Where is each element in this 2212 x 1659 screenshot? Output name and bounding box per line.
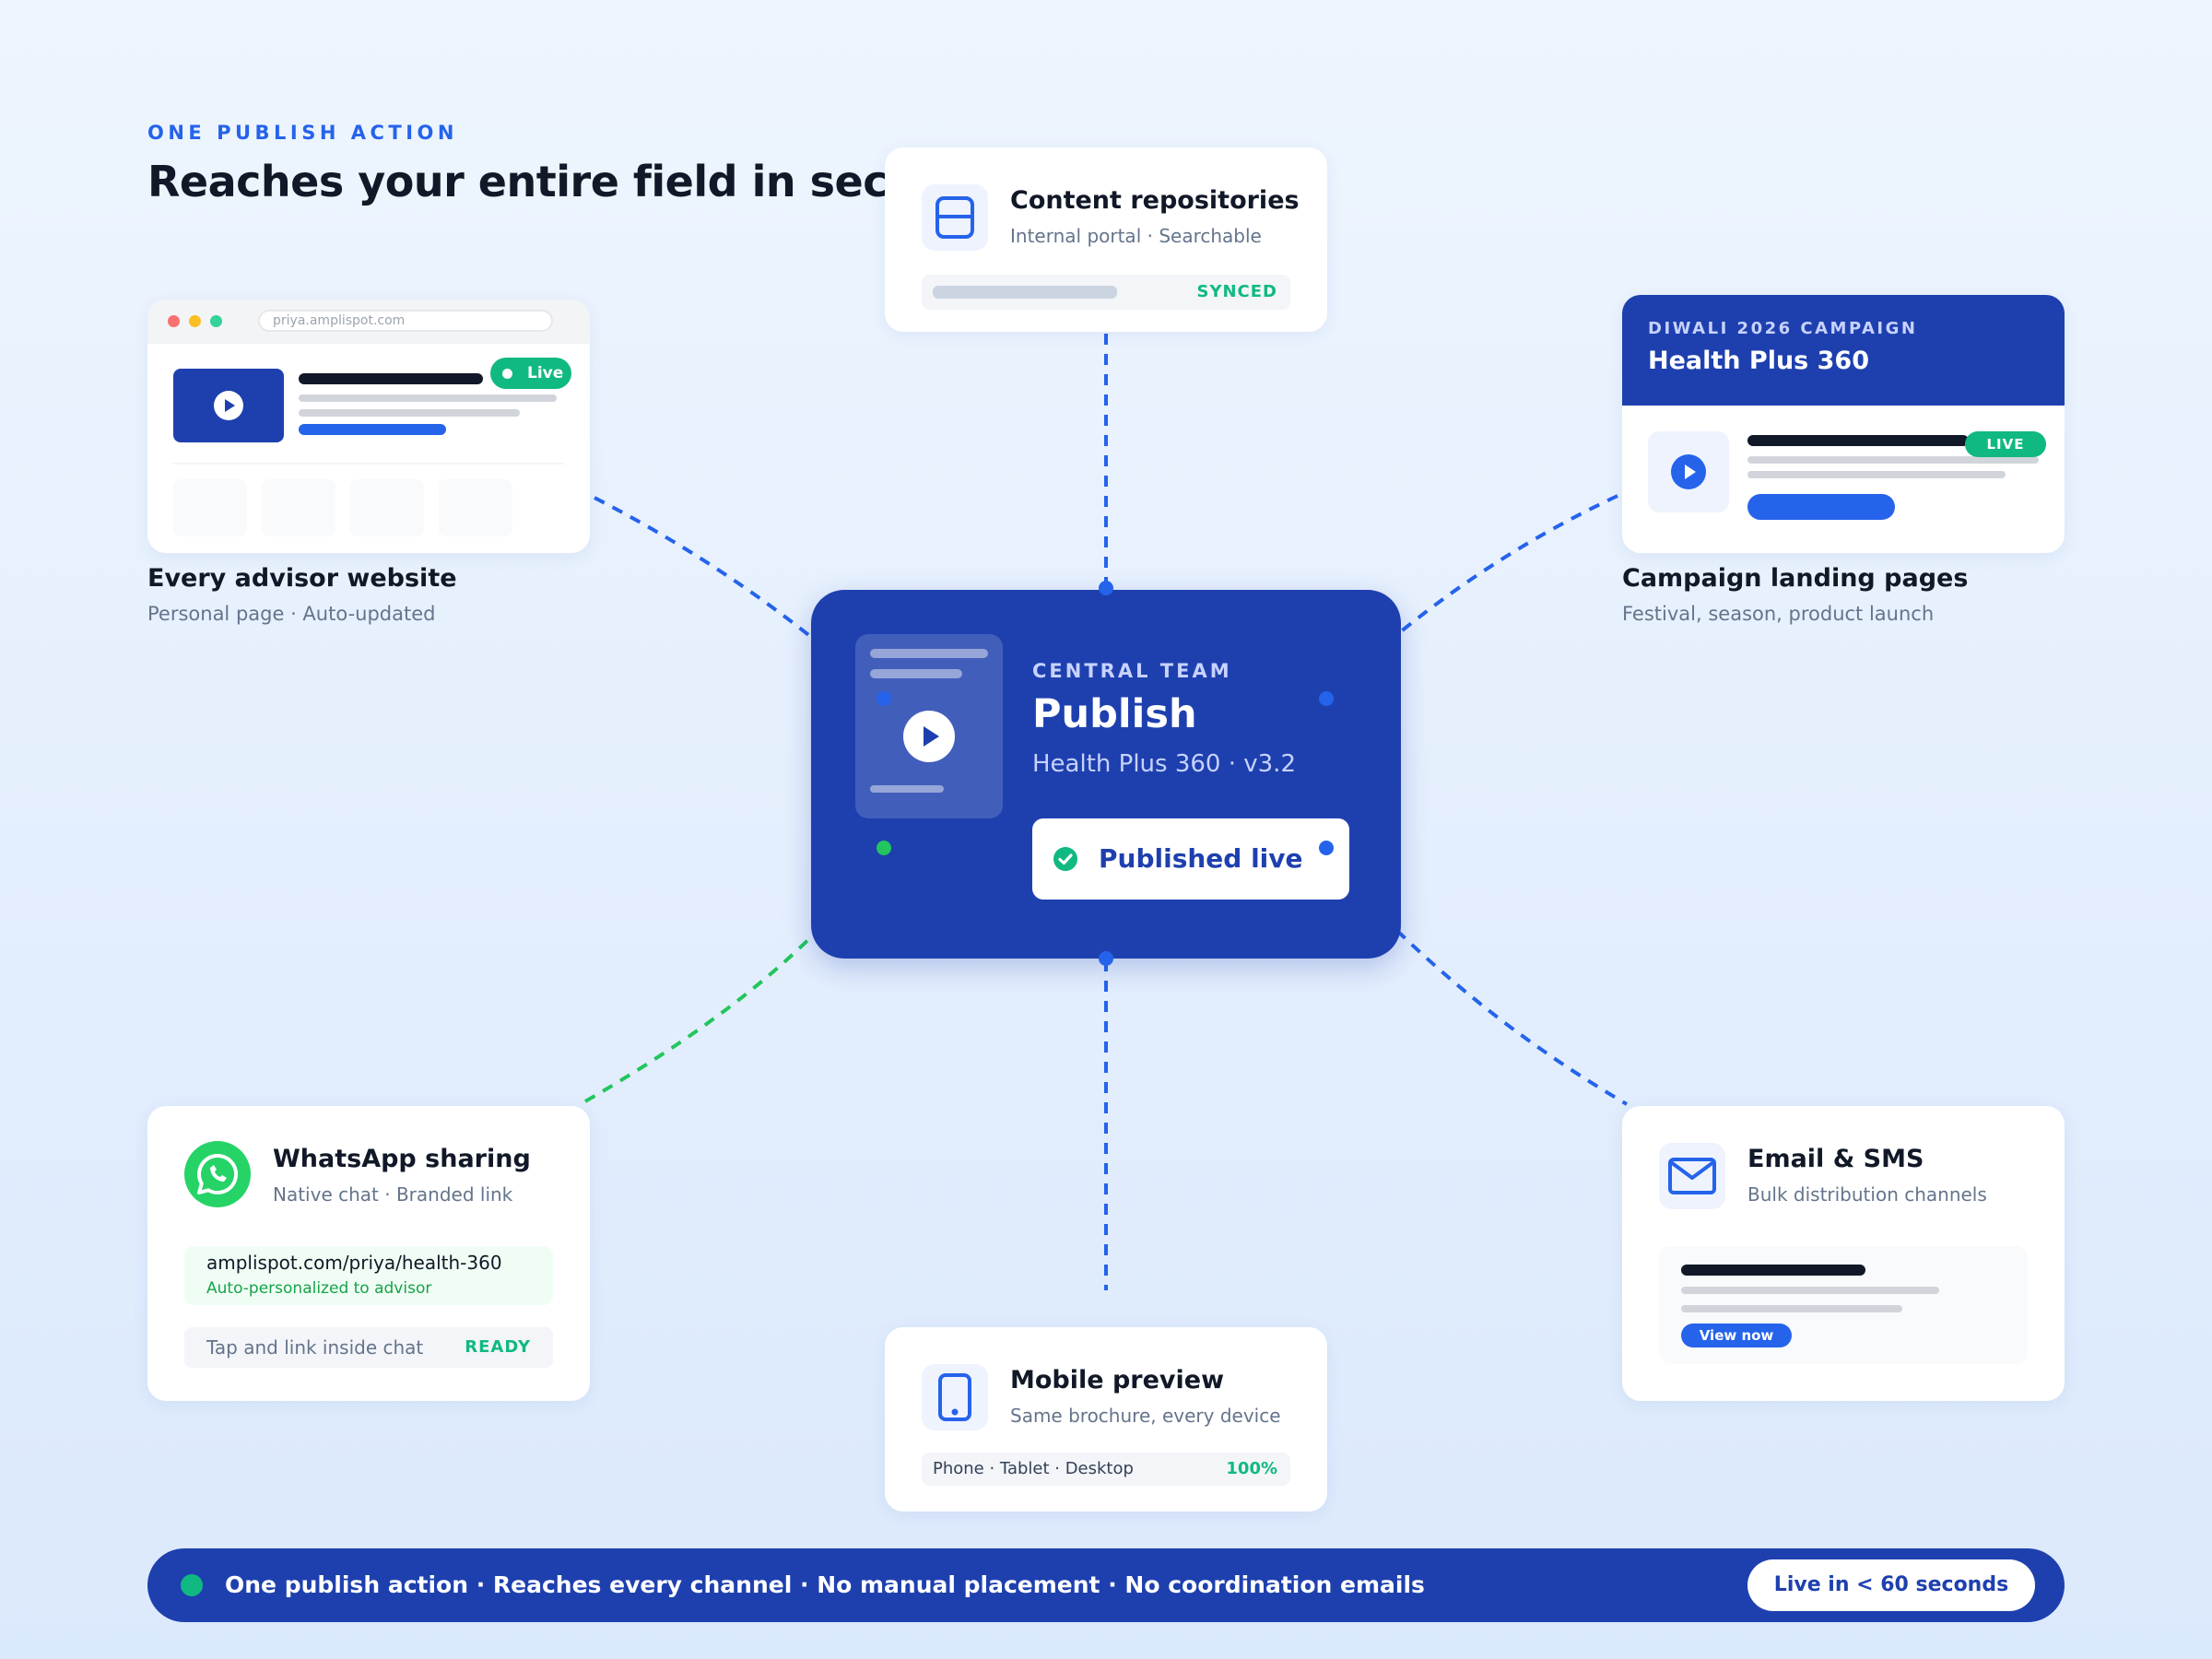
whatsapp-icon xyxy=(184,1141,251,1207)
publish-subtitle: Health Plus 360 · v3.2 xyxy=(1032,750,1296,778)
text-placeholder-2 xyxy=(299,409,520,417)
publish-card[interactable]: CENTRAL TEAM Publish Health Plus 360 · v… xyxy=(811,590,1401,959)
play-icon xyxy=(903,711,955,762)
doc-line-1 xyxy=(870,649,988,658)
link-placeholder xyxy=(299,424,446,435)
campaign-eyebrow: DIWALI 2026 CAMPAIGN xyxy=(1648,319,1918,338)
connector-dot-right-bottom xyxy=(1319,841,1334,855)
mobile-devices-text: Phone · Tablet · Desktop xyxy=(933,1459,1134,1478)
browser-chrome: priya.amplispot.com xyxy=(147,300,590,344)
live-badge: Live xyxy=(490,358,571,389)
email-headline-placeholder xyxy=(1681,1265,1865,1276)
connector-dot-top xyxy=(1099,581,1113,595)
content-repositories-card[interactable]: Content repositories Internal portal · S… xyxy=(885,147,1327,332)
email-sms-card[interactable]: Email & SMS Bulk distribution channels V… xyxy=(1622,1106,2065,1401)
email-text-placeholder-1 xyxy=(1681,1287,1939,1294)
tile-placeholder-4 xyxy=(439,479,512,536)
video-thumbnail[interactable] xyxy=(173,369,284,442)
mobile-devices-row: Phone · Tablet · Desktop 100% xyxy=(922,1453,1290,1486)
view-now-button[interactable]: View now xyxy=(1681,1324,1792,1347)
campaign-header: DIWALI 2026 CAMPAIGN Health Plus 360 xyxy=(1622,295,2065,406)
campaign-text-placeholder-1 xyxy=(1747,456,2039,464)
campaign-media-tile[interactable] xyxy=(1648,431,1729,512)
campaign-card[interactable]: DIWALI 2026 CAMPAIGN Health Plus 360 LIV… xyxy=(1622,295,2065,553)
campaign-name: Health Plus 360 xyxy=(1648,347,1870,375)
mobile-preview-card[interactable]: Mobile preview Same brochure, every devi… xyxy=(885,1327,1327,1512)
whatsapp-link-note: Auto-personalized to advisor xyxy=(206,1279,432,1298)
sync-progress-bar xyxy=(933,286,1117,299)
whatsapp-action-row[interactable]: Tap and link inside chat READY xyxy=(184,1327,553,1368)
mobile-preview-title: Mobile preview xyxy=(1010,1366,1225,1394)
play-icon xyxy=(1671,454,1706,489)
footer-text: One publish action · Reaches every chann… xyxy=(225,1571,1425,1598)
advisor-website-card[interactable]: priya.amplispot.com Live xyxy=(147,300,590,553)
connector-dot-bottom xyxy=(1099,951,1113,966)
email-sms-subtitle: Bulk distribution channels xyxy=(1747,1183,1987,1206)
published-live-label: Published live xyxy=(1099,843,1303,874)
whatsapp-card[interactable]: WhatsApp sharing Native chat · Branded l… xyxy=(147,1106,590,1401)
connector-dot-right-top xyxy=(1319,691,1334,706)
live-dot-icon xyxy=(502,369,512,379)
tile-placeholder-2 xyxy=(262,479,335,536)
doc-line-3 xyxy=(870,785,944,793)
headline-placeholder xyxy=(299,373,483,384)
status-dot-icon xyxy=(181,1574,203,1596)
phone-icon xyxy=(922,1364,988,1430)
publish-title: Publish xyxy=(1032,691,1197,737)
email-preview: View now xyxy=(1659,1246,2028,1364)
content-repositories-status-row: SYNCED xyxy=(922,275,1290,310)
content-repositories-subtitle: Internal portal · Searchable xyxy=(1010,225,1262,247)
tile-placeholder-3 xyxy=(350,479,424,536)
text-placeholder-1 xyxy=(299,394,557,402)
whatsapp-action-text: Tap and link inside chat xyxy=(206,1336,424,1359)
window-close-dot xyxy=(168,315,180,327)
campaign-cta-placeholder xyxy=(1747,494,1895,520)
sync-status-badge: SYNCED xyxy=(1196,282,1277,301)
email-sms-title: Email & SMS xyxy=(1747,1145,1924,1173)
campaign-headline-placeholder xyxy=(1747,435,1969,446)
connector-dot-left-top xyxy=(877,691,891,706)
live-badge-label: Live xyxy=(527,364,564,382)
play-icon xyxy=(214,391,243,420)
campaign-text-placeholder-2 xyxy=(1747,471,2006,478)
browser-url: priya.amplispot.com xyxy=(273,313,406,328)
check-circle-icon xyxy=(1053,847,1077,871)
layout-icon xyxy=(922,184,988,251)
window-maximize-dot xyxy=(210,315,222,327)
tile-placeholder-1 xyxy=(173,479,247,536)
published-live-button[interactable]: Published live xyxy=(1032,818,1349,900)
browser-url-bar[interactable]: priya.amplispot.com xyxy=(258,310,553,332)
window-minimize-dot xyxy=(189,315,201,327)
live-time-button[interactable]: Live in < 60 seconds xyxy=(1747,1559,2035,1611)
mobile-percent: 100% xyxy=(1226,1459,1277,1478)
content-repositories-title: Content repositories xyxy=(1010,186,1300,215)
whatsapp-ready-badge: READY xyxy=(465,1337,531,1357)
footer-banner: One publish action · Reaches every chann… xyxy=(147,1548,2065,1622)
whatsapp-subtitle: Native chat · Branded link xyxy=(273,1183,513,1206)
mail-icon xyxy=(1659,1143,1725,1209)
divider xyxy=(173,463,564,465)
doc-line-2 xyxy=(870,669,962,678)
whatsapp-title: WhatsApp sharing xyxy=(273,1145,531,1173)
mobile-preview-subtitle: Same brochure, every device xyxy=(1010,1405,1281,1427)
document-preview xyxy=(855,634,1003,818)
whatsapp-link-box[interactable]: amplispot.com/priya/health-360 Auto-pers… xyxy=(184,1246,553,1305)
whatsapp-link: amplispot.com/priya/health-360 xyxy=(206,1252,502,1274)
connector-dot-left-bottom xyxy=(877,841,891,855)
email-text-placeholder-2 xyxy=(1681,1305,1902,1312)
publish-eyebrow: CENTRAL TEAM xyxy=(1032,660,1232,682)
campaign-live-badge: LIVE xyxy=(1965,431,2046,457)
